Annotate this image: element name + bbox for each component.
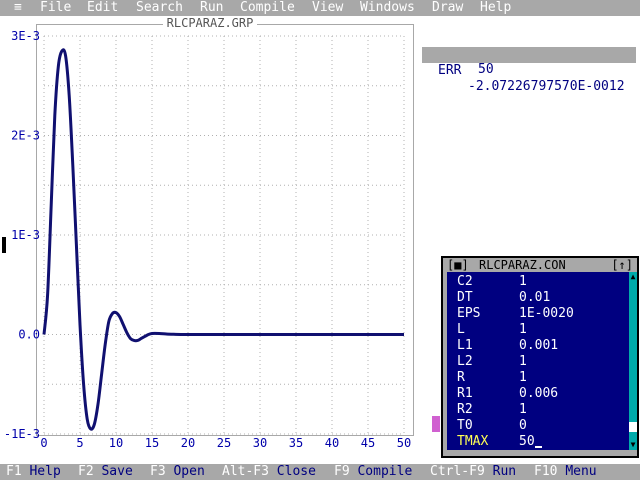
watch-t-value: 50 [478, 62, 494, 77]
status-label: Help [29, 464, 61, 479]
status-key: F1 [6, 464, 22, 479]
con-var-value: 0 [519, 418, 527, 433]
con-var-value: 1 [519, 354, 527, 369]
status-menu[interactable]: F10 Menu [534, 464, 597, 480]
x-tick-label: 25 [217, 436, 231, 450]
con-var-value: 0.001 [519, 338, 559, 353]
con-var-value: 1 [519, 274, 527, 289]
status-key: Alt-F3 [222, 464, 269, 479]
con-var-value: 50 [519, 434, 535, 449]
status-close[interactable]: Alt-F3 Close [222, 464, 316, 480]
graph-chart: 0 5 10 15 20 25 30 35 40 45 50 3E-3 2E-3 1E-3 0.0 -1E-3 [4, 29, 411, 450]
status-bar: F1 Help F2 Save F3 Open Alt-F3 Close F9 Comp… [0, 464, 640, 480]
x-tick-label: 40 [325, 436, 339, 450]
con-var-name: L1 [457, 338, 473, 353]
status-label: Close [276, 464, 316, 479]
x-tick-label: 15 [145, 436, 159, 450]
status-save[interactable]: F2 Save [78, 464, 133, 480]
status-compile[interactable]: F9 Compile [334, 464, 412, 480]
con-window[interactable]: [■] RLCPARAZ.CON [↑] C2 1 DT 0.01 EPS 1E-0020… [441, 256, 639, 458]
con-var-value: 1 [519, 402, 527, 417]
status-key: F10 [534, 464, 558, 479]
status-label: Menu [565, 464, 597, 479]
con-var-value: 1E-0020 [519, 306, 574, 321]
watch-panel: •T 50 ERR -2.07226797570E-0012 [422, 30, 636, 94]
con-var-name: R1 [457, 386, 473, 401]
y-tick-label: 3E-3 [11, 29, 40, 43]
zoom-icon[interactable]: [↑] [611, 258, 633, 272]
con-var-name: T0 [457, 418, 473, 433]
x-tick-label: 20 [181, 436, 195, 450]
con-var-value: 1 [519, 370, 527, 385]
con-editor[interactable]: C2 1 DT 0.01 EPS 1E-0020 L 1 L1 0.001 L2 1 R 1 R1 0.006… [447, 272, 629, 450]
x-tick-label: 5 [76, 436, 83, 450]
y-tick-label: -1E-3 [4, 427, 40, 441]
status-label: Run [492, 464, 517, 479]
con-var-value: 0.01 [519, 290, 551, 305]
menu-help[interactable]: Help [480, 0, 511, 16]
con-var-value: 0.006 [519, 386, 559, 401]
menu-draw[interactable]: Draw [432, 0, 463, 16]
con-var-name: R [457, 370, 465, 385]
status-key: Ctrl-F9 [430, 464, 485, 479]
vertical-scrollbar[interactable]: ▲ ▼ [629, 272, 637, 450]
status-open[interactable]: F3 Open [150, 464, 205, 480]
con-var-name: DT [457, 290, 473, 305]
status-key: F3 [150, 464, 166, 479]
watch-err-value: -2.07226797570E-0012 [468, 79, 625, 94]
x-tick-label: 45 [361, 436, 375, 450]
grid-layer [43, 35, 405, 435]
status-run[interactable]: Ctrl-F9 Run [430, 464, 516, 480]
con-var-name: EPS [457, 306, 481, 321]
y-tick-label: 0.0 [18, 328, 40, 342]
x-tick-label: 35 [289, 436, 303, 450]
x-tick-label: 30 [253, 436, 267, 450]
status-label: Open [173, 464, 205, 479]
watch-err-label: ERR [438, 63, 462, 78]
x-tick-label: 10 [109, 436, 123, 450]
tick-labels: 0 5 10 15 20 25 30 35 40 45 50 3E-3 2E-3 1E-3 0.0 -1E-3 [4, 29, 411, 450]
y-tick-label: 1E-3 [11, 228, 40, 242]
scroll-down-icon[interactable]: ▼ [629, 440, 637, 450]
y-tick-label: 2E-3 [11, 129, 40, 143]
x-tick-label: 50 [397, 436, 411, 450]
scroll-thumb[interactable] [629, 422, 637, 432]
window-marker [432, 416, 440, 432]
con-var-name: R2 [457, 402, 473, 417]
status-label: Save [101, 464, 133, 479]
window-resize-marker[interactable] [2, 237, 6, 253]
close-icon[interactable]: [■] [447, 258, 469, 272]
con-var-name: L [457, 322, 465, 337]
con-titlebar[interactable]: [■] RLCPARAZ.CON [↑] [443, 258, 637, 272]
con-var-value: 1 [519, 322, 527, 337]
status-help[interactable]: F1 Help [6, 464, 61, 480]
watch-row-err[interactable]: ERR -2.07226797570E-0012 [422, 47, 636, 94]
scroll-up-icon[interactable]: ▲ [629, 272, 637, 282]
status-key: F2 [78, 464, 94, 479]
status-label: Compile [357, 464, 413, 479]
con-var-name: C2 [457, 274, 473, 289]
watch-row-t[interactable]: •T 50 [422, 30, 636, 77]
con-var-name: L2 [457, 354, 473, 369]
con-window-title: RLCPARAZ.CON [479, 258, 566, 272]
x-tick-label: 0 [40, 436, 47, 450]
con-var-name: TMAX [457, 434, 489, 449]
text-cursor [535, 446, 542, 448]
status-key: F9 [334, 464, 350, 479]
